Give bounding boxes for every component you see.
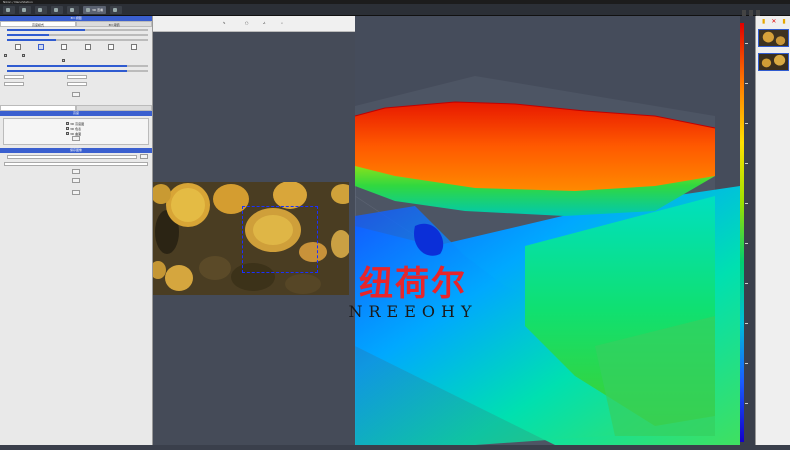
view-btn-2[interactable] xyxy=(36,44,46,51)
view-btn-3[interactable] xyxy=(59,44,69,51)
checkbox-3d-height[interactable]: ✓ 3D 高度图 xyxy=(66,122,84,126)
layers-icon xyxy=(70,7,74,12)
input-3[interactable] xyxy=(4,81,24,86)
input-row xyxy=(0,80,152,87)
watermark-cn: 纽荷尔 xyxy=(359,264,467,304)
tool-button-4[interactable] xyxy=(51,5,63,14)
file-name-input[interactable] xyxy=(7,154,137,159)
section-height: 高度 xyxy=(0,111,152,116)
height-options-box: ✓ 3D 高度图 ✓ 3D 色表 ✓ 3D 曲面 xyxy=(3,118,149,145)
tab-section-2b[interactable] xyxy=(76,105,152,111)
tool-button-3[interactable] xyxy=(35,5,47,14)
thumbnail-1[interactable] xyxy=(758,29,789,47)
box-button[interactable] xyxy=(72,136,80,141)
tab-3d-threshold[interactable]: 3D 阈值 xyxy=(76,21,152,27)
slider-3[interactable] xyxy=(7,38,148,41)
tab-section-2a[interactable] xyxy=(0,105,76,111)
file-icon xyxy=(6,7,10,12)
delete-icon[interactable]: ✕ xyxy=(771,18,776,25)
input-row xyxy=(0,73,152,80)
tab-height-mode[interactable]: 高度模式 xyxy=(0,21,76,27)
checkbox-1[interactable]: ✓ xyxy=(4,54,8,57)
input-4[interactable] xyxy=(67,81,87,86)
colorbar-ticks xyxy=(744,23,754,442)
save-row xyxy=(0,153,152,160)
3d-surface-view[interactable] xyxy=(355,16,740,445)
thumbnail-caption xyxy=(756,48,790,51)
angle-icon: ∠ xyxy=(263,21,266,25)
image-tool-2[interactable]: ✎ xyxy=(223,21,228,25)
status-item xyxy=(742,10,746,16)
apply-button[interactable] xyxy=(72,92,80,97)
view-btn-5[interactable] xyxy=(106,44,116,51)
checkbox-2[interactable]: ✓ xyxy=(22,54,26,57)
export-icon[interactable]: ▮ xyxy=(782,18,785,25)
slider-2[interactable] xyxy=(7,33,148,36)
view-btn-4[interactable] xyxy=(83,44,93,51)
measure-icon xyxy=(54,7,58,12)
browse-button[interactable] xyxy=(140,154,148,159)
watermark-en: NREEOHY xyxy=(348,302,478,321)
stage-icon xyxy=(38,7,42,12)
input-1[interactable] xyxy=(4,74,24,79)
tool-button-1[interactable] xyxy=(3,5,15,14)
image-toolbar: ✎ ◯ ∠ ⌗ xyxy=(153,16,355,32)
folder-icon[interactable]: ▮ xyxy=(762,18,765,25)
save-path-input[interactable] xyxy=(4,161,148,166)
thumbnail-caption xyxy=(756,72,790,75)
subtabs: 高度模式 3D 阈值 xyxy=(0,21,152,27)
tool-3d-view[interactable]: 3D 查看 xyxy=(83,5,107,14)
tool-button-2[interactable] xyxy=(19,5,31,14)
image-tool-3[interactable]: ◯ xyxy=(245,21,250,25)
cube-icon xyxy=(86,7,90,12)
report-icon xyxy=(113,7,118,12)
save-button[interactable] xyxy=(72,169,80,174)
checkbox-3d-surface[interactable]: ✓ 3D 曲面 xyxy=(66,132,81,136)
image-tool-4[interactable]: ∠ xyxy=(263,21,268,25)
range-slider-1[interactable] xyxy=(7,64,148,67)
final-button[interactable] xyxy=(72,190,80,195)
main-toolbar: 3D 查看 xyxy=(0,4,790,16)
path-row xyxy=(0,160,152,167)
status-item xyxy=(749,10,753,16)
3d-surface xyxy=(355,76,740,445)
camera-icon xyxy=(22,7,26,12)
view-btn-6[interactable] xyxy=(129,44,139,51)
slider-1[interactable] xyxy=(7,28,148,31)
watermark: 纽荷尔 NREEOHY xyxy=(333,265,493,321)
input-2[interactable] xyxy=(67,74,87,79)
export-button[interactable] xyxy=(72,178,80,183)
view-orientation-buttons xyxy=(0,42,152,53)
tool-button-5[interactable] xyxy=(67,5,79,14)
pen-icon: ✎ xyxy=(223,21,226,25)
tool-button-7[interactable] xyxy=(110,5,123,14)
image-tool-5[interactable]: ⌗ xyxy=(281,21,283,25)
checkbox-3[interactable]: ✓ xyxy=(62,59,66,62)
view-btn-1[interactable] xyxy=(13,44,23,51)
tag-icon: ⌗ xyxy=(281,21,283,25)
thumbnail-2[interactable] xyxy=(758,53,789,71)
range-slider-2[interactable] xyxy=(7,69,148,72)
left-settings-panel: 3D 视图 高度模式 3D 阈值 ✓ ✓ ✓ 高度 ✓ 3D 高度图 ✓ 3D … xyxy=(0,16,153,445)
circle-icon: ◯ xyxy=(245,21,249,25)
thumbnail-panel: ▮ ✕ ▮ xyxy=(755,16,790,445)
selection-rectangle[interactable] xyxy=(242,206,318,273)
checkbox-3d-colormap[interactable]: ✓ 3D 色表 xyxy=(66,127,81,131)
